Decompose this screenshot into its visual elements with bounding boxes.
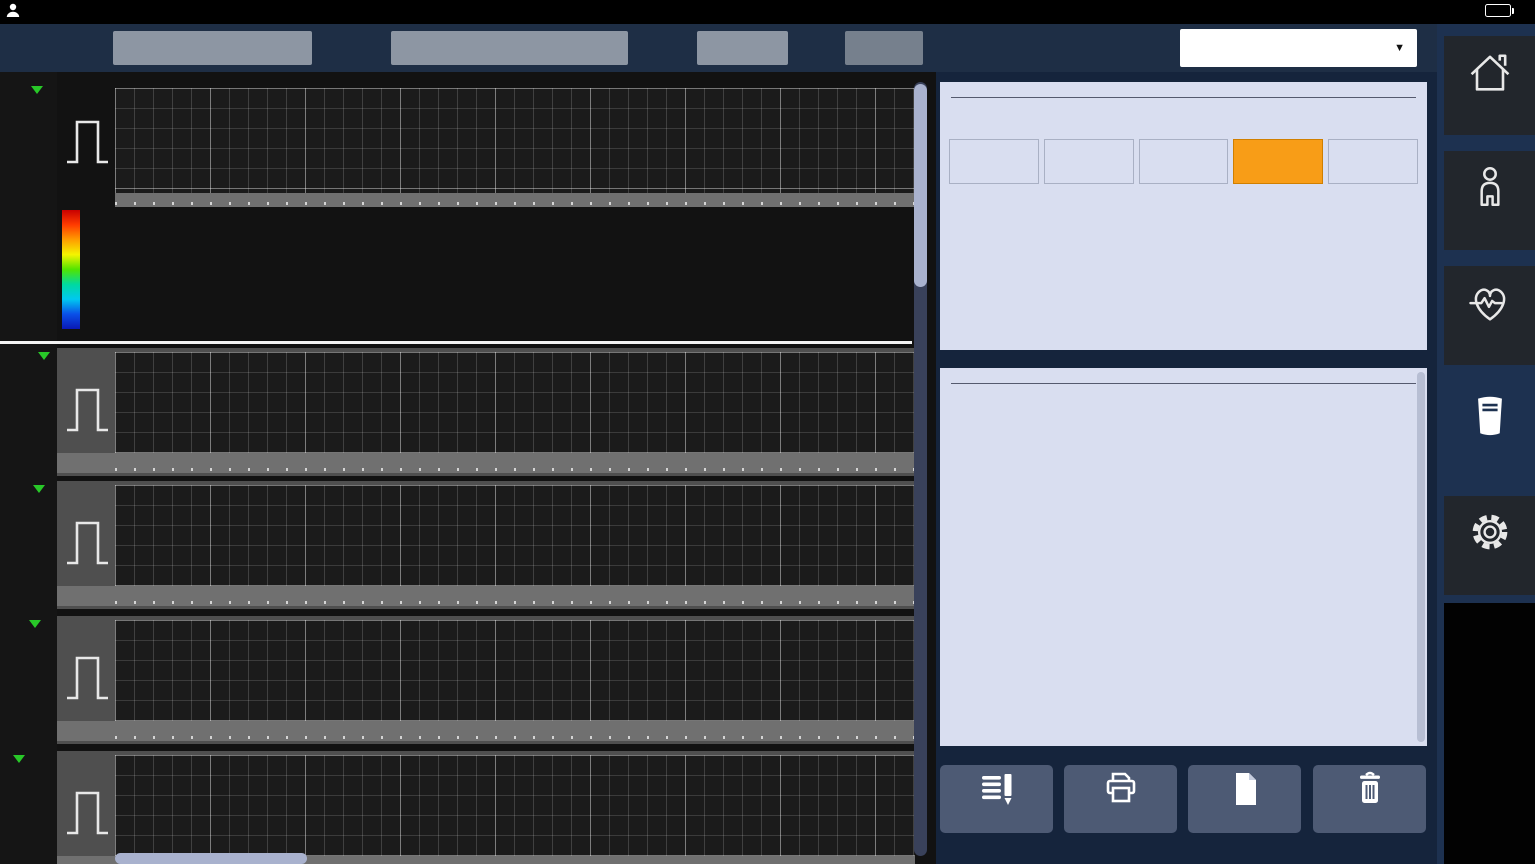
ecg-waveform [115, 352, 915, 453]
export-report-button[interactable] [1188, 765, 1301, 833]
vertical-scrollbar-thumb[interactable] [914, 84, 927, 287]
calibration-pulse-icon [64, 785, 112, 837]
lead-selector[interactable] [28, 485, 45, 493]
wavecg-info-panel [940, 82, 1427, 350]
chevron-down-icon [33, 485, 45, 493]
ecg-waveform [115, 485, 915, 586]
patient-id-field[interactable] [113, 31, 312, 65]
user-icon [6, 3, 20, 18]
ecg-grid [115, 352, 915, 453]
report-icon [1464, 391, 1516, 443]
ecg-row-lead-III [0, 616, 915, 744]
chevron-down-icon [29, 620, 41, 628]
vertical-scrollbar[interactable] [914, 82, 927, 856]
divider [951, 383, 1416, 384]
ecg-grid [115, 755, 915, 856]
class-btn-borderline [1139, 139, 1229, 184]
report-info-column [936, 72, 1437, 864]
lead-selector[interactable] [8, 755, 25, 763]
class-btn-positive [1233, 139, 1323, 184]
annotate-icon [975, 769, 1019, 809]
chevron-down-icon [13, 755, 25, 763]
chevron-down-icon [31, 86, 43, 94]
spectrogram-colorbar [62, 210, 80, 329]
home-icon [1464, 46, 1516, 98]
patient-icon [1465, 161, 1515, 213]
gear-icon [1464, 506, 1516, 558]
wavelet-spectrogram [115, 207, 915, 332]
calibration-pulse-icon [64, 650, 112, 702]
calibration-pulse-icon [64, 382, 112, 434]
current-user[interactable] [6, 3, 27, 18]
ecg-display-area [0, 72, 936, 864]
chevron-down-icon [38, 352, 50, 360]
print-button[interactable] [1064, 765, 1177, 833]
panel-scrollbar[interactable] [1417, 372, 1425, 742]
time-axis [115, 193, 915, 207]
sidebar-item-settings[interactable] [1444, 496, 1535, 595]
age-field[interactable] [697, 31, 788, 65]
sidebar-item-patient[interactable] [1444, 151, 1535, 250]
heart-ecg-icon [1464, 276, 1516, 328]
report-dropdown[interactable]: ▼ [1180, 29, 1417, 67]
lead-selector[interactable] [26, 86, 43, 94]
divider [951, 97, 1416, 98]
wavecg-panel-title [940, 82, 1427, 91]
print-icon [1099, 769, 1143, 809]
ecg-grid [115, 620, 915, 721]
ecg-row-lead-I [0, 348, 915, 476]
lead-selector[interactable] [24, 620, 41, 628]
time-axis [57, 586, 915, 606]
name-field[interactable] [391, 31, 628, 65]
navigation-sidebar [1437, 24, 1535, 864]
class-btn-highly-negative [949, 139, 1039, 184]
time-axis [57, 453, 915, 473]
sidebar-bottom-area [1444, 603, 1535, 864]
ecg-waveform [115, 755, 915, 856]
ecg-waveform [115, 620, 915, 721]
ecg-grid [115, 485, 915, 586]
class-btn-negative [1044, 139, 1134, 184]
calibration-pulse-icon [64, 114, 112, 166]
conventional-ecg-panel [940, 368, 1427, 746]
patient-info-bar: ▼ [0, 24, 1437, 72]
battery-icon [1485, 4, 1511, 17]
ecg-row-lead-aVR [0, 751, 915, 864]
lead-selector[interactable] [33, 352, 50, 360]
time-axis [57, 721, 915, 741]
class-btn-highly-positive [1328, 139, 1418, 184]
ecg-waveform [115, 88, 915, 193]
sidebar-item-home[interactable] [1444, 36, 1535, 135]
sidebar-item-report[interactable] [1444, 381, 1535, 480]
section-divider [0, 341, 912, 344]
ecg-grid [115, 88, 915, 193]
sidebar-item-test[interactable] [1444, 266, 1535, 365]
trash-icon [1348, 769, 1392, 809]
calibration-pulse-icon [64, 515, 112, 567]
annotate-button[interactable] [940, 765, 1053, 833]
sex-field[interactable] [845, 31, 923, 65]
pdf-file-icon [1223, 769, 1267, 809]
ecg-row-lead-II [0, 481, 915, 609]
chevron-down-icon: ▼ [1394, 29, 1405, 67]
delete-button[interactable] [1313, 765, 1426, 833]
system-status-bar [0, 0, 1535, 24]
conventional-panel-title [940, 368, 1427, 377]
horizontal-scrollbar-thumb[interactable] [115, 853, 307, 864]
